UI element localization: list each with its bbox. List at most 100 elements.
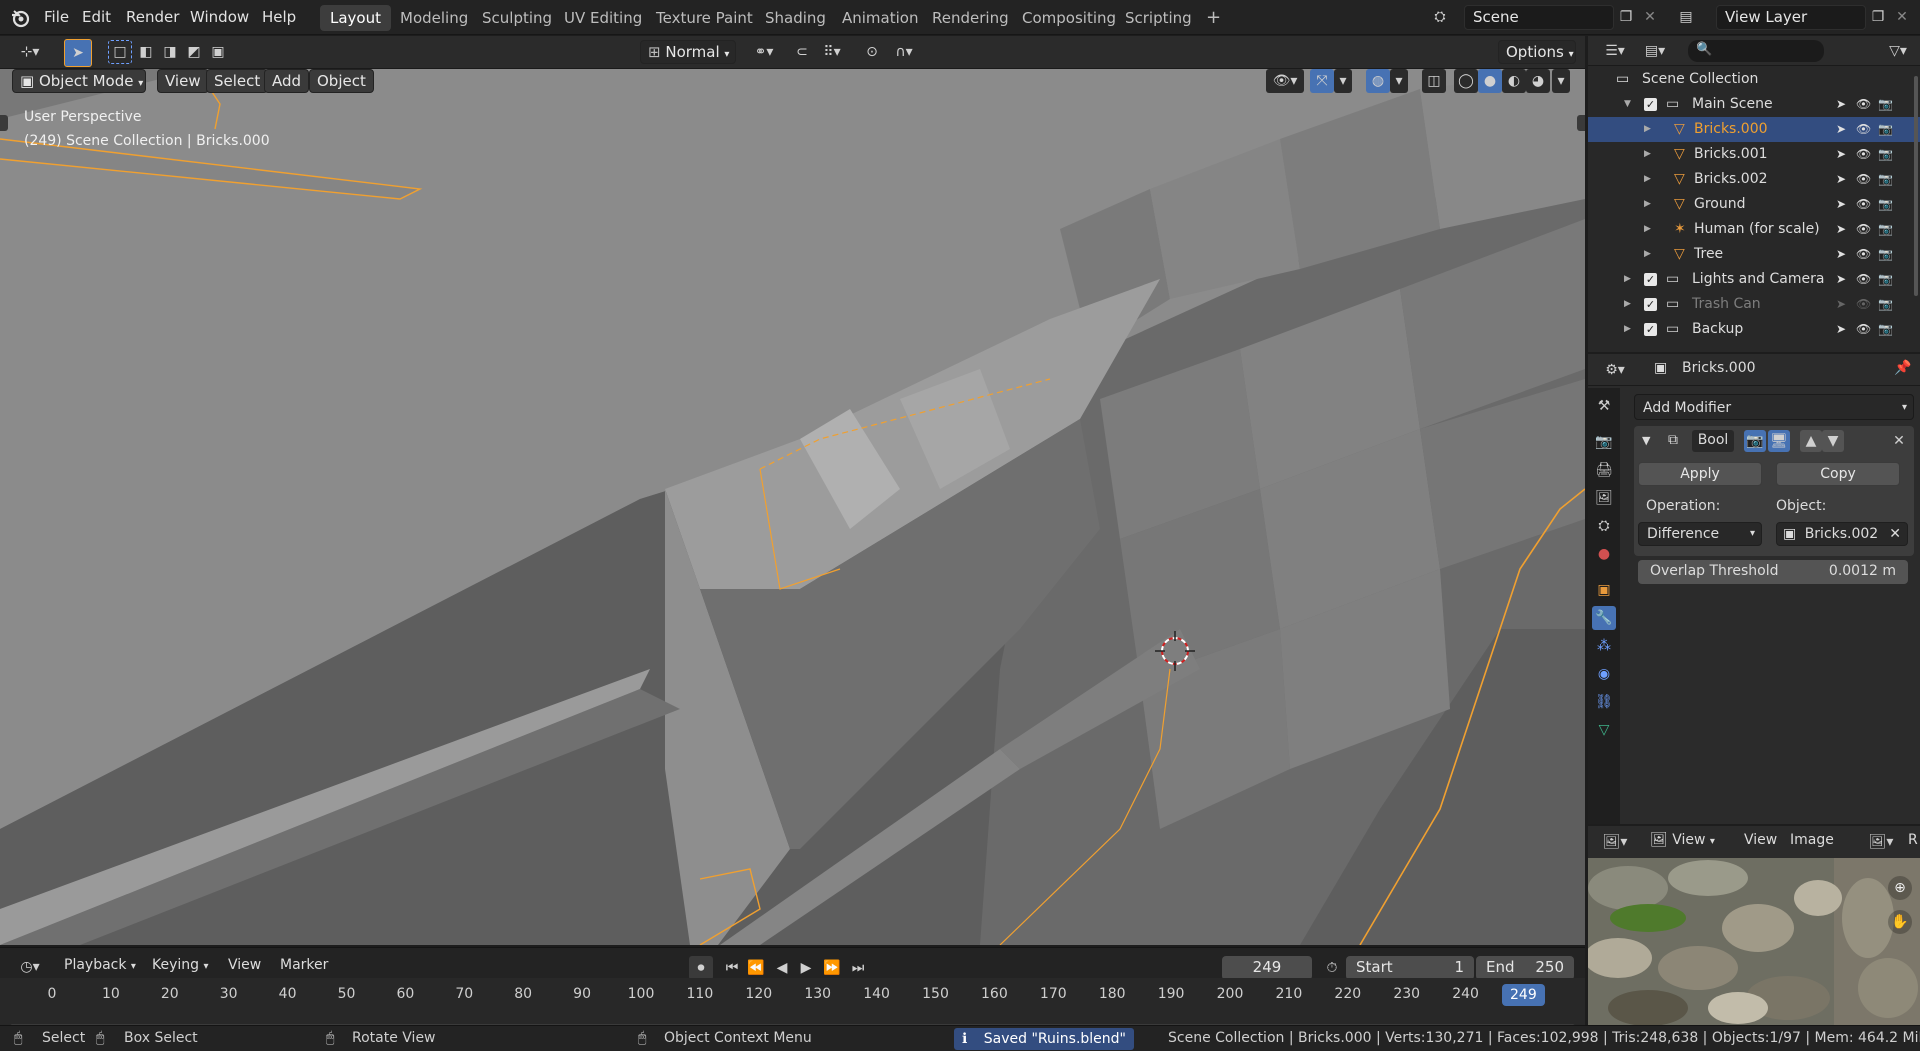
current-frame-field[interactable]: 249 [1222,956,1312,980]
intersect-select-icon[interactable]: ▣ [206,40,230,64]
modifier-name-field[interactable]: Bool [1692,430,1734,452]
tab-sculpting[interactable]: Sculpting [472,5,562,31]
apply-button[interactable]: Apply [1638,462,1762,486]
object-tab-icon[interactable]: ▣ [1592,578,1616,602]
rendered-shading-icon[interactable]: ◕ [1526,69,1550,93]
play-icon[interactable]: ▶ [794,956,818,980]
timeline-menu-playback[interactable]: Playback ▾ [64,957,136,973]
outliner-row[interactable]: ▶ ▽ Bricks.001 ➤ 👁 📷 [1588,142,1920,167]
overlap-threshold-field[interactable]: Overlap Threshold 0.0012 m [1638,560,1908,584]
jump-end-icon[interactable]: ⏭ [846,956,870,980]
viewport-menu-view[interactable]: View [157,69,209,93]
expand-arrow-icon[interactable]: ▶ [1644,192,1651,217]
outliner-row[interactable]: ▶ ✓ ▭ Trash Can ➤ 👁 📷 [1588,292,1920,317]
move-down-icon[interactable]: ▼ [1822,430,1844,452]
pivot-point-icon[interactable]: ⚭▾ [748,40,780,64]
tab-scripting[interactable]: Scripting [1115,5,1202,31]
display-mode-icon[interactable]: ▤▾ [1638,39,1672,63]
copy-button[interactable]: Copy [1776,462,1900,486]
menu-edit[interactable]: Edit [82,0,111,35]
camera-icon[interactable]: 📷 [1878,92,1893,117]
eye-icon[interactable]: 👁 [1856,217,1871,242]
camera-icon[interactable]: 📷 [1878,117,1893,142]
toolbar-collapse-handle[interactable] [0,115,8,131]
transform-orientation-dropdown[interactable]: ⊞ Normal ▾ [640,40,736,64]
eye-icon[interactable]: 👁 [1856,242,1871,267]
viewport-menu-object[interactable]: Object [309,69,374,93]
eye-icon[interactable]: 👁 [1856,92,1871,117]
outliner-row-scene-collection[interactable]: ▭ Scene Collection [1588,67,1920,92]
shading-dropdown-icon[interactable]: ▾ [1552,69,1570,93]
expanded-arrow-icon[interactable]: ▼ [1624,92,1631,117]
wireframe-shading-icon[interactable]: ◯ [1454,69,1478,93]
playhead-marker[interactable]: 249 [1502,984,1545,1006]
overlays-toggle-icon[interactable]: ◍ [1366,69,1390,93]
outliner-row[interactable]: ▼ ✓ ▭ Main Scene ➤ 👁 📷 [1588,92,1920,117]
camera-icon[interactable]: 📷 [1878,242,1893,267]
prev-keyframe-icon[interactable]: ⏪ [744,956,768,980]
eye-icon[interactable]: 👁 [1856,142,1871,167]
select-tool-icon[interactable]: ➤ [64,39,92,67]
timeline-menu-keying[interactable]: Keying ▾ [152,957,209,973]
outliner-scrollbar[interactable] [1914,76,1918,296]
constraints-tab-icon[interactable]: ⛓ [1592,690,1616,714]
object-mode-dropdown[interactable]: ▣ Object Mode ▾ [12,69,146,93]
camera-icon[interactable]: 📷 [1878,142,1893,167]
checkbox-icon[interactable]: ✓ [1644,273,1657,286]
add-workspace-button[interactable]: + [1196,5,1231,31]
tab-rendering[interactable]: Rendering [922,5,1019,31]
editor-type-icon[interactable]: ⊹▾ [12,40,48,64]
stopwatch-icon[interactable]: ⏱ [1320,956,1344,980]
move-up-icon[interactable]: ▲ [1800,430,1822,452]
pan-hand-icon[interactable]: ✋ [1888,910,1912,934]
xray-toggle-icon[interactable]: ◫ [1422,69,1446,93]
view-layer-field[interactable]: View Layer [1716,5,1866,30]
select-arrow-icon[interactable]: ➤ [1836,117,1846,142]
subtract-select-icon[interactable]: ◨ [158,40,182,64]
particles-tab-icon[interactable]: ⁂ [1592,634,1616,658]
options-dropdown[interactable]: Options ▾ [1498,40,1576,64]
expand-arrow-icon[interactable]: ▶ [1624,317,1631,342]
image-browse-icon[interactable]: 🖼▾ [1864,830,1898,854]
start-frame-field[interactable]: Start 1 [1346,956,1474,980]
menu-help[interactable]: Help [262,0,296,35]
timeline-menu-marker[interactable]: Marker [280,957,328,973]
select-arrow-icon[interactable]: ➤ [1836,242,1846,267]
select-arrow-icon[interactable]: ➤ [1836,317,1846,342]
view-layer-icon[interactable]: ▤ [1674,5,1698,29]
menu-file[interactable]: File [44,0,69,35]
image-editor-menu-view[interactable]: View [1744,832,1777,848]
viewport-menu-select[interactable]: Select [206,69,269,93]
gizmo-toggle-icon[interactable]: ⤧ [1310,69,1334,93]
expand-arrow-icon[interactable]: ▶ [1644,117,1651,142]
render-tab-icon[interactable]: 📷 [1592,430,1616,454]
select-arrow-icon[interactable]: ➤ [1836,217,1846,242]
object-field[interactable]: ▣ Bricks.002 ✕ [1776,522,1908,546]
snap-toggle-icon[interactable]: ⊂ [790,40,814,64]
select-arrow-icon[interactable]: ➤ [1836,192,1846,217]
timeline-editor-type-icon[interactable]: ◷▾ [12,955,48,979]
play-reverse-icon[interactable]: ◀ [770,956,794,980]
add-modifier-dropdown[interactable]: Add Modifier ▾ [1634,394,1914,420]
eye-icon[interactable]: 👁 [1856,167,1871,192]
expand-arrow-icon[interactable]: ▶ [1644,142,1651,167]
box-select-mode-icon[interactable]: □ [108,40,132,64]
3d-viewport[interactable]: ▣ Object Mode ▾ View Select Add Object 👁… [0,69,1585,945]
sidebar-collapse-handle[interactable] [1577,115,1585,131]
expand-arrow-icon[interactable]: ▶ [1624,292,1631,317]
next-keyframe-icon[interactable]: ⏩ [820,956,844,980]
outliner-row[interactable]: ▶ ▽ Tree ➤ 👁 📷 [1588,242,1920,267]
select-arrow-icon[interactable]: ➤ [1836,92,1846,117]
eye-icon[interactable]: 👁 [1856,317,1871,342]
end-frame-field[interactable]: End 250 [1476,956,1574,980]
properties-editor-type-icon[interactable]: ⚙▾ [1598,358,1632,382]
tab-uv-editing[interactable]: UV Editing [554,5,652,31]
scene-selector-icon[interactable]: ⛭ [1428,5,1452,29]
operation-dropdown[interactable]: Difference ▾ [1638,522,1762,546]
zoom-icon[interactable]: ⊕ [1888,876,1912,900]
record-icon[interactable]: ⏺ [689,956,713,980]
tab-shading[interactable]: Shading [755,5,836,31]
select-arrow-icon[interactable]: ➤ [1836,267,1846,292]
viewport-menu-add[interactable]: Add [264,69,310,93]
extend-select-icon[interactable]: ◧ [134,40,158,64]
